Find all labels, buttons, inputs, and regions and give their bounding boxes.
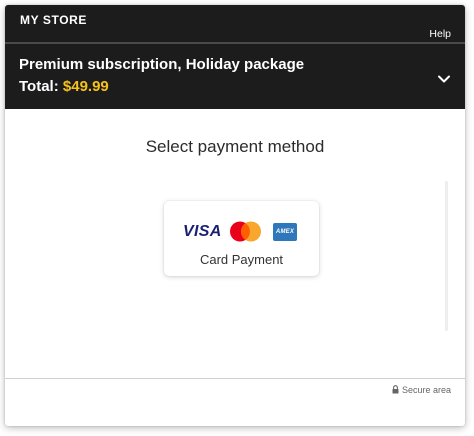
payment-method-heading: Select payment method bbox=[145, 137, 325, 156]
footer-divider bbox=[5, 378, 465, 379]
total-label: Total: bbox=[19, 78, 59, 95]
scrollbar[interactable] bbox=[445, 181, 448, 331]
header-bar: MY STORE Help Premium subscription, Holi… bbox=[5, 5, 465, 109]
secure-area-label: Secure area bbox=[401, 385, 451, 395]
visa-logo: VISA bbox=[183, 223, 222, 240]
mastercard-logo bbox=[230, 221, 261, 242]
total-amount: $49.99 bbox=[62, 78, 109, 95]
amex-logo: AMEX bbox=[273, 223, 297, 241]
product-title: Premium subscription, Holiday package bbox=[19, 56, 305, 73]
card-payment-label: Card Payment bbox=[199, 252, 284, 267]
help-link[interactable]: Help bbox=[429, 28, 451, 40]
lock-icon bbox=[392, 385, 399, 394]
secure-area-note: Secure area bbox=[392, 385, 451, 395]
checkout-window: MY STORE Help Premium subscription, Holi… bbox=[5, 5, 465, 426]
store-name: MY STORE bbox=[20, 13, 88, 27]
card-payment-option[interactable]: VISA AMEX Card Payment bbox=[164, 201, 319, 276]
order-total: Total: $49.99 bbox=[19, 78, 109, 95]
chevron-down-icon[interactable] bbox=[437, 74, 451, 84]
order-summary-toggle[interactable]: Premium subscription, Holiday package To… bbox=[5, 44, 465, 109]
